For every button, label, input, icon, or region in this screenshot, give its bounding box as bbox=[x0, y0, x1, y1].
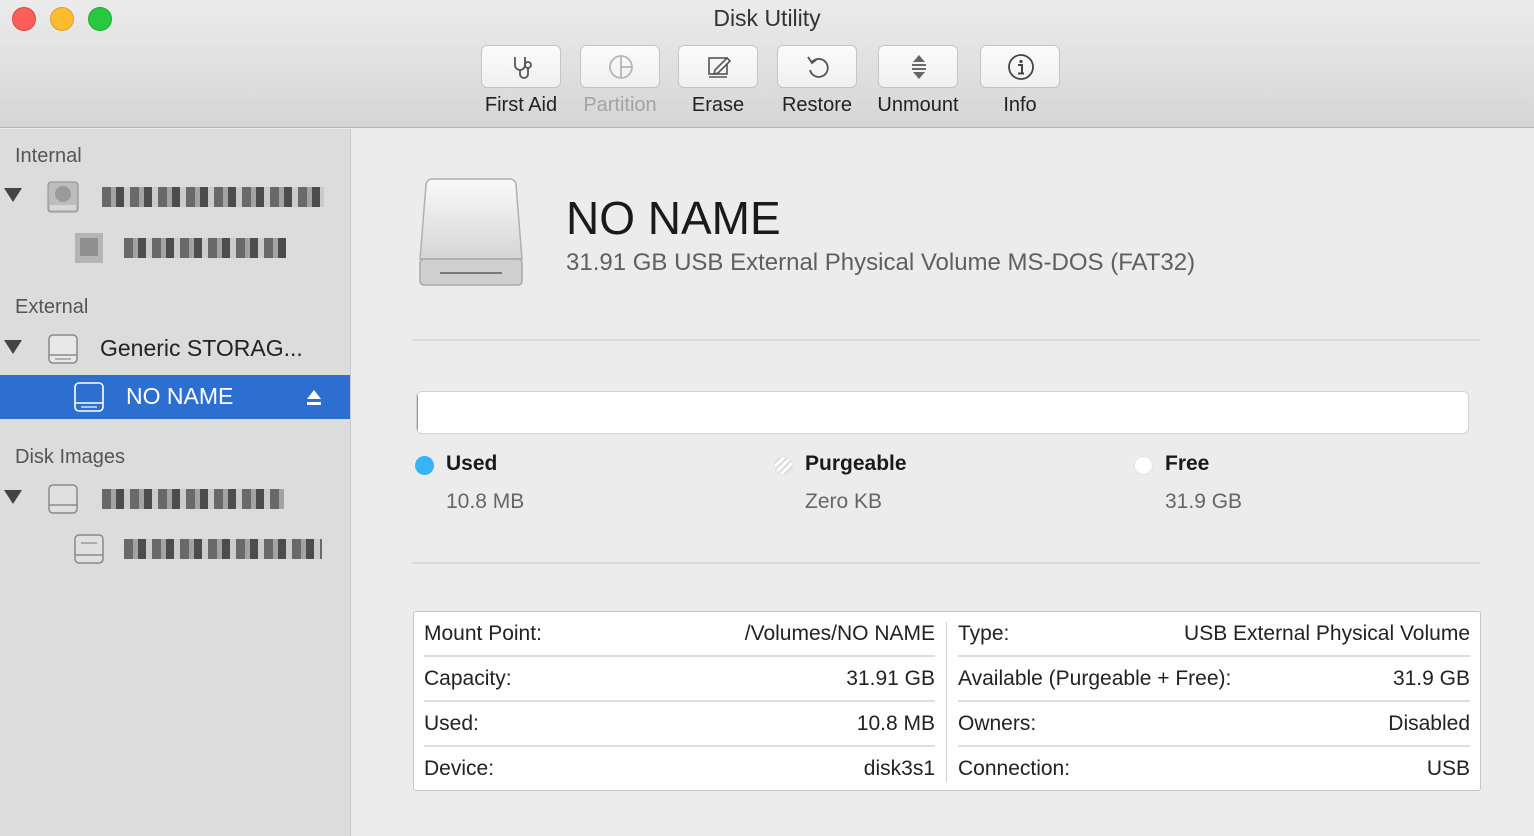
info-key: Used: bbox=[424, 712, 479, 735]
legend-purgeable-value: Zero KB bbox=[805, 490, 883, 513]
disk-image-volume-icon bbox=[74, 534, 104, 564]
used-dot-icon bbox=[415, 456, 434, 475]
info-row-type: Type: USB External Physical Volume bbox=[958, 612, 1470, 657]
info-table: Mount Point: /Volumes/NO NAME Capacity: … bbox=[413, 611, 1481, 791]
section-header-internal: Internal bbox=[15, 145, 82, 167]
usage-bar bbox=[416, 391, 1469, 434]
info-value: Disabled bbox=[1388, 712, 1470, 735]
restore-arrow-icon bbox=[807, 56, 829, 78]
disclosure-triangle-icon[interactable] bbox=[4, 340, 22, 354]
section-header-external: External bbox=[15, 296, 89, 318]
info-value: 31.9 GB bbox=[1392, 667, 1470, 690]
sidebar-item-label: NO NAME bbox=[126, 383, 234, 409]
info-key: Available (Purgeable + Free): bbox=[958, 667, 1232, 690]
divider bbox=[412, 339, 1480, 341]
sidebar-item-disk-image-volume[interactable] bbox=[0, 527, 350, 571]
unmount-icon bbox=[912, 55, 926, 79]
redacted-image-name bbox=[102, 489, 284, 509]
title-bar: Disk Utility First Aid Partition Erase R… bbox=[0, 0, 1534, 128]
info-value: 31.91 GB bbox=[846, 667, 935, 690]
external-drive-large-icon bbox=[419, 178, 523, 286]
info-row-mount-point: Mount Point: /Volumes/NO NAME bbox=[424, 612, 935, 657]
info-row-available: Available (Purgeable + Free): 31.9 GB bbox=[958, 657, 1470, 702]
info-label: Info bbox=[1003, 94, 1037, 116]
sidebar-item-disk-image[interactable] bbox=[0, 477, 350, 521]
legend-free-title: Free bbox=[1165, 452, 1210, 475]
internal-disk-icon bbox=[47, 181, 79, 213]
info-key: Owners: bbox=[958, 712, 1037, 735]
info-row-owners: Owners: Disabled bbox=[958, 702, 1470, 747]
internal-volume-icon bbox=[75, 233, 103, 263]
stethoscope-icon bbox=[514, 57, 532, 79]
window-title: Disk Utility bbox=[713, 5, 821, 31]
info-key: Type: bbox=[958, 622, 1010, 645]
volume-description: 31.91 GB USB External Physical Volume MS… bbox=[566, 249, 1196, 276]
sidebar: Internal External Generic STORAG... NO N… bbox=[0, 129, 351, 836]
erase-button-frame[interactable] bbox=[678, 45, 758, 88]
usage-bar-used-fill bbox=[417, 392, 419, 433]
legend-used-title: Used bbox=[446, 452, 498, 475]
partition-pie-icon bbox=[609, 55, 633, 79]
partition-button-frame bbox=[580, 45, 660, 88]
free-dot-icon bbox=[1134, 456, 1153, 475]
info-key: Device: bbox=[424, 757, 495, 780]
erase-pencil-icon bbox=[708, 56, 732, 78]
restore-button[interactable]: Restore bbox=[776, 45, 858, 117]
volume-disk-icon bbox=[74, 382, 104, 412]
info-row-connection: Connection: USB bbox=[958, 747, 1470, 792]
info-value: USB External Physical Volume bbox=[1184, 622, 1470, 645]
info-value: 10.8 MB bbox=[856, 712, 935, 735]
section-header-disk-images: Disk Images bbox=[15, 446, 126, 468]
sidebar-item-internal-disk[interactable] bbox=[0, 175, 350, 219]
restore-button-frame[interactable] bbox=[777, 45, 857, 88]
info-row-device: Device: disk3s1 bbox=[424, 747, 935, 792]
info-value: USB bbox=[1426, 757, 1470, 780]
external-disk-icon bbox=[48, 334, 78, 364]
sidebar-item-no-name-volume[interactable]: NO NAME bbox=[0, 375, 350, 419]
disk-image-icon bbox=[48, 484, 78, 514]
info-button[interactable]: Info bbox=[979, 45, 1061, 117]
legend-used-value: 10.8 MB bbox=[446, 490, 525, 513]
sidebar-item-label: Generic STORAG... bbox=[100, 335, 303, 361]
sidebar-item-generic-storage[interactable]: Generic STORAG... bbox=[0, 327, 350, 371]
info-key: Capacity: bbox=[424, 667, 512, 690]
column-separator bbox=[946, 622, 947, 782]
sidebar-item-internal-volume[interactable] bbox=[0, 226, 350, 270]
info-value: disk3s1 bbox=[863, 757, 935, 780]
partition-button: Partition bbox=[579, 45, 661, 117]
info-row-used: Used: 10.8 MB bbox=[424, 702, 935, 747]
purgeable-dot-icon bbox=[774, 456, 793, 475]
disclosure-triangle-icon[interactable] bbox=[4, 188, 22, 202]
first-aid-button-frame[interactable] bbox=[481, 45, 561, 88]
volume-title: NO NAME bbox=[566, 192, 781, 244]
unmount-button[interactable]: Unmount bbox=[877, 45, 959, 117]
divider bbox=[412, 562, 1480, 564]
erase-button[interactable]: Erase bbox=[677, 45, 759, 117]
legend-free-value: 31.9 GB bbox=[1165, 490, 1243, 513]
eject-icon[interactable] bbox=[306, 389, 322, 407]
disclosure-triangle-icon[interactable] bbox=[4, 490, 22, 504]
redacted-image-volume-name bbox=[124, 539, 322, 559]
unmount-button-frame[interactable] bbox=[878, 45, 958, 88]
legend-purgeable-title: Purgeable bbox=[805, 452, 907, 475]
info-row-capacity: Capacity: 31.91 GB bbox=[424, 657, 935, 702]
info-key: Mount Point: bbox=[424, 622, 542, 645]
main-pane: NO NAME 31.91 GB USB External Physical V… bbox=[352, 129, 1534, 836]
info-button-frame[interactable] bbox=[980, 45, 1060, 88]
info-icon bbox=[1008, 54, 1034, 80]
redacted-volume-name bbox=[124, 238, 286, 258]
info-value: /Volumes/NO NAME bbox=[744, 622, 935, 645]
info-key: Connection: bbox=[958, 757, 1071, 780]
redacted-disk-name bbox=[102, 187, 324, 207]
first-aid-button[interactable]: First Aid bbox=[480, 45, 562, 117]
